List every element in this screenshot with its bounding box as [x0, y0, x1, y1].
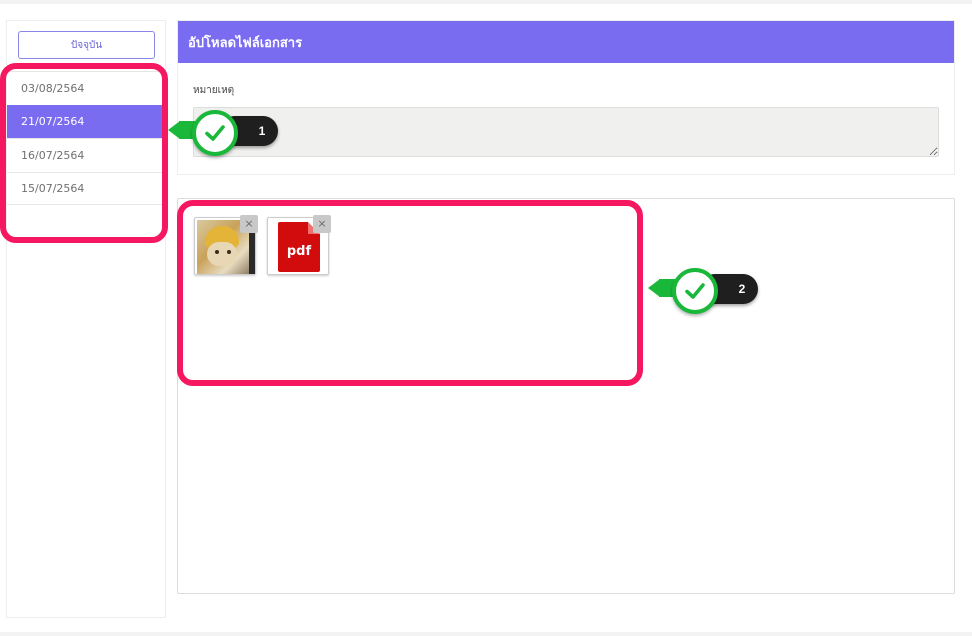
- step-number: 2: [738, 282, 746, 296]
- step-number: 1: [258, 124, 266, 138]
- content-canvas: ปัจจุบัน 03/08/2564 21/07/2564 16/07/256…: [0, 4, 972, 632]
- panel-title: อัปโหลดไฟล์เอกสาร: [178, 21, 954, 63]
- annotation-highlight-dates: [0, 63, 168, 243]
- remark-label: หมายเหตุ: [193, 85, 235, 96]
- check-icon: [192, 110, 238, 156]
- current-button[interactable]: ปัจจุบัน: [18, 31, 155, 59]
- remark-textarea[interactable]: [193, 107, 939, 157]
- annotation-highlight-files: [177, 200, 643, 386]
- page: ปัจจุบัน 03/08/2564 21/07/2564 16/07/256…: [0, 0, 972, 636]
- upload-panel: อัปโหลดไฟล์เอกสาร หมายเหตุ: [177, 20, 955, 175]
- check-icon: [672, 268, 718, 314]
